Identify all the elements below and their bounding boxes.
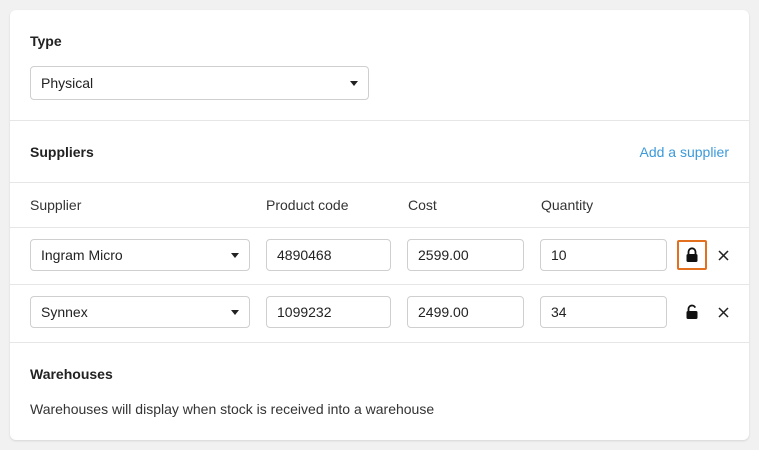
type-section-title: Type [30, 33, 62, 49]
product-code-value: 4890468 [277, 247, 332, 263]
product-code-value: 1099232 [277, 304, 332, 320]
remove-row-close-icon[interactable] [713, 245, 733, 265]
table-row-divider [10, 284, 749, 285]
product-details-card: Type Physical Suppliers Add a supplier S… [10, 10, 749, 440]
quantity-input-row-1[interactable]: 10 [540, 239, 667, 271]
supplier-select-row-1[interactable]: Ingram Micro [30, 239, 250, 271]
quantity-value: 34 [551, 304, 567, 320]
warehouses-section-title: Warehouses [30, 366, 113, 382]
quantity-value: 10 [551, 247, 567, 263]
cost-input-row-2[interactable]: 2499.00 [407, 296, 524, 328]
warehouses-empty-message: Warehouses will display when stock is re… [30, 401, 435, 417]
type-select[interactable]: Physical [30, 66, 369, 100]
lock-open-icon[interactable] [677, 297, 707, 327]
chevron-down-icon [231, 310, 239, 315]
quantity-input-row-2[interactable]: 34 [540, 296, 667, 328]
add-supplier-link[interactable]: Add a supplier [639, 144, 729, 160]
cost-input-row-1[interactable]: 2599.00 [407, 239, 524, 271]
product-code-input-row-1[interactable]: 4890468 [266, 239, 391, 271]
column-header-supplier: Supplier [30, 197, 82, 213]
column-header-cost: Cost [408, 197, 437, 213]
chevron-down-icon [350, 81, 358, 86]
suppliers-section-title: Suppliers [30, 144, 94, 160]
table-divider [10, 227, 749, 228]
section-divider [10, 120, 749, 121]
cost-value: 2499.00 [418, 304, 469, 320]
supplier-select-value: Synnex [41, 304, 88, 320]
section-divider [10, 342, 749, 343]
suppliers-header-divider [10, 182, 749, 183]
product-code-input-row-2[interactable]: 1099232 [266, 296, 391, 328]
column-header-quantity: Quantity [541, 197, 594, 213]
supplier-select-row-2[interactable]: Synnex [30, 296, 250, 328]
lock-closed-icon[interactable] [677, 240, 707, 270]
cost-value: 2599.00 [418, 247, 469, 263]
type-select-value: Physical [41, 75, 94, 91]
column-header-product-code: Product code [266, 197, 349, 213]
remove-row-close-icon[interactable] [713, 302, 733, 322]
supplier-select-value: Ingram Micro [41, 247, 123, 263]
chevron-down-icon [231, 253, 239, 258]
